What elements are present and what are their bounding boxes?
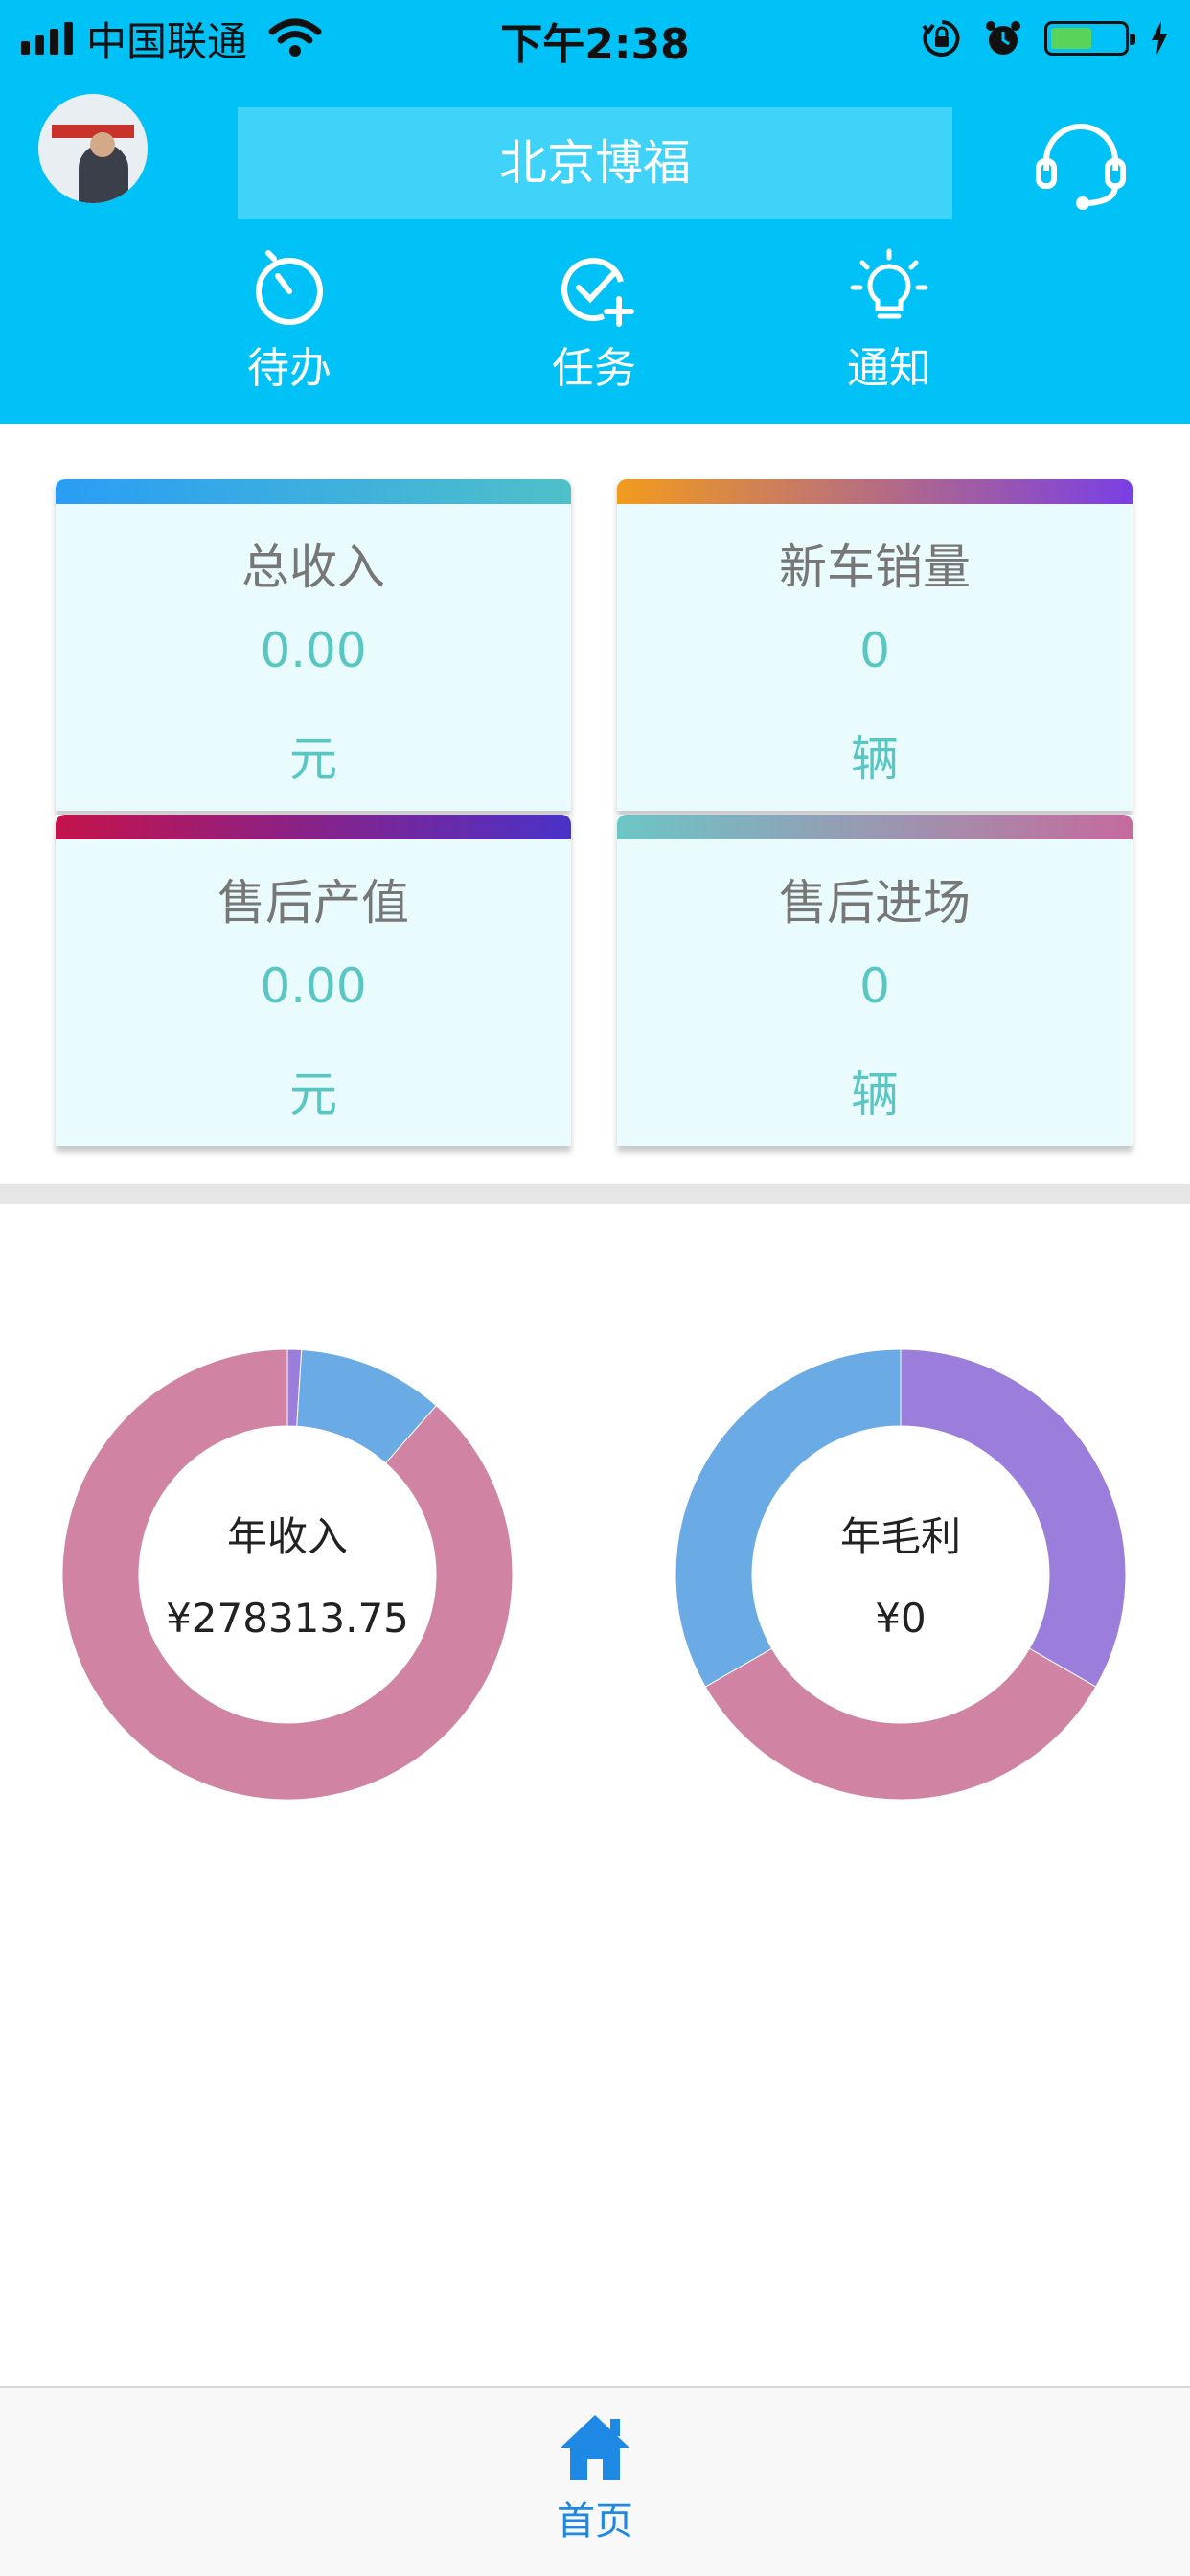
profit-chart-value: ¥0 bbox=[875, 1595, 927, 1642]
income-donut-chart[interactable] bbox=[62, 1349, 513, 1800]
tab-home-label: 首页 bbox=[557, 2499, 633, 2543]
lightbulb-icon bbox=[850, 248, 928, 319]
card-accent bbox=[617, 815, 1133, 840]
charging-icon bbox=[1152, 21, 1167, 56]
nav-todo[interactable]: 待办 bbox=[203, 247, 376, 395]
nav-notice[interactable]: 通知 bbox=[803, 247, 975, 395]
orientation-lock-icon bbox=[922, 20, 960, 57]
card-accent bbox=[56, 479, 571, 504]
card-label: 售后进场 bbox=[779, 875, 971, 931]
card-accent bbox=[56, 815, 571, 840]
nav-todo-label: 待办 bbox=[247, 344, 332, 393]
alarm-icon bbox=[986, 21, 1020, 55]
status-bar: 中国联通 下午2:38 bbox=[0, 0, 1190, 77]
tab-home[interactable]: 首页 bbox=[547, 2411, 643, 2545]
card-accent bbox=[617, 479, 1133, 504]
card-unit: 辆 bbox=[851, 1067, 899, 1122]
headset-icon[interactable] bbox=[1033, 115, 1129, 211]
nav-tasks-label: 任务 bbox=[552, 344, 636, 393]
app-header: 北京博福 待办 任务 通知 bbox=[0, 77, 1190, 424]
stat-card-total-income[interactable]: 总收入 0.00 元 bbox=[56, 479, 571, 811]
card-unit: 辆 bbox=[851, 731, 899, 787]
card-unit: 元 bbox=[289, 731, 337, 787]
card-label: 总收入 bbox=[241, 540, 385, 595]
card-label: 售后产值 bbox=[217, 875, 409, 931]
task-add-icon bbox=[561, 258, 634, 327]
card-unit: 元 bbox=[289, 1067, 337, 1122]
timer-icon bbox=[256, 250, 323, 325]
tab-bar: 首页 bbox=[0, 2386, 1190, 2576]
user-avatar[interactable] bbox=[38, 94, 148, 203]
battery-icon bbox=[1044, 21, 1135, 56]
donut-slice-1[interactable] bbox=[704, 1647, 1097, 1800]
section-divider bbox=[0, 1184, 1190, 1204]
page-title[interactable]: 北京博福 bbox=[238, 107, 952, 218]
gross-profit-donut-chart[interactable] bbox=[675, 1349, 1126, 1800]
nav-notice-label: 通知 bbox=[847, 344, 931, 393]
stat-card-aftersales-entries[interactable]: 售后进场 0 辆 bbox=[617, 815, 1133, 1146]
nav-tasks[interactable]: 任务 bbox=[508, 247, 680, 395]
profit-chart-label: 年毛利 bbox=[839, 1513, 961, 1560]
card-value: 0 bbox=[859, 623, 890, 678]
donut-slice-2[interactable] bbox=[62, 1349, 513, 1800]
card-value: 0.00 bbox=[260, 958, 367, 1014]
card-label: 新车销量 bbox=[779, 540, 971, 595]
card-value: 0 bbox=[859, 958, 890, 1014]
stat-card-aftersales-output[interactable]: 售后产值 0.00 元 bbox=[56, 815, 571, 1146]
card-value: 0.00 bbox=[260, 623, 367, 678]
income-chart-value: ¥278313.75 bbox=[166, 1595, 409, 1642]
stat-card-new-car-sales[interactable]: 新车销量 0 辆 bbox=[617, 479, 1133, 811]
home-icon bbox=[561, 2415, 629, 2480]
income-chart-label: 年收入 bbox=[226, 1513, 348, 1560]
